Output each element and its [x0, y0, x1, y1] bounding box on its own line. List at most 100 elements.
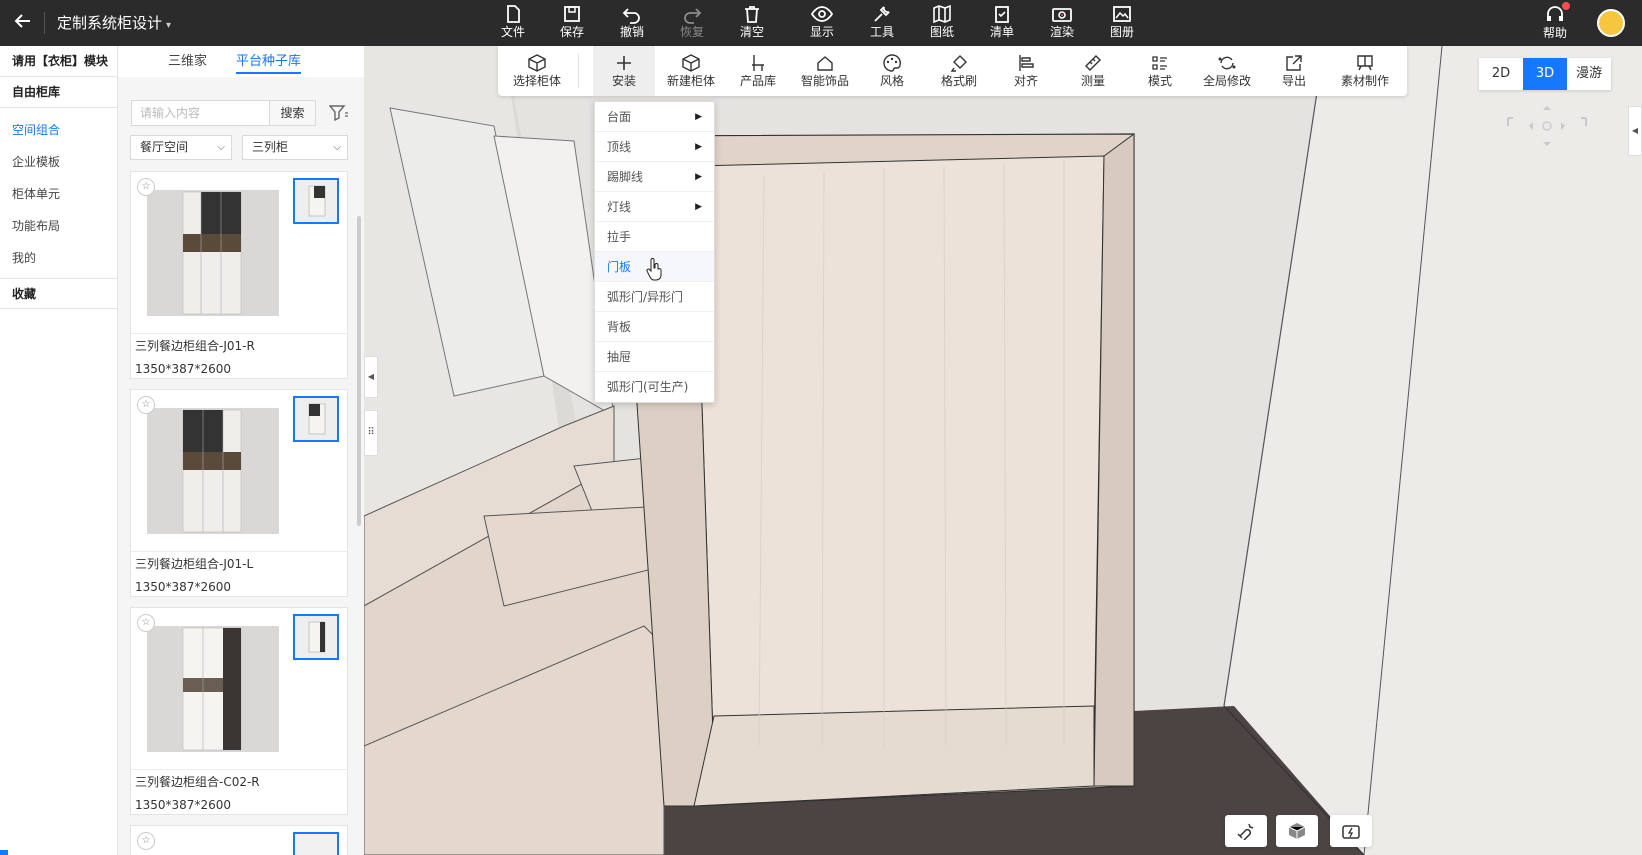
menu-item-back-panel[interactable]: 背板 [595, 312, 714, 342]
menu-item-light-line[interactable]: 灯线 ▶ [595, 192, 714, 222]
favorite-star-icon[interactable]: ☆ [137, 178, 155, 196]
cube-icon [1288, 823, 1306, 839]
plus-icon [617, 56, 631, 70]
clear-button[interactable]: 清空 [728, 2, 776, 44]
arrow-left-icon[interactable] [10, 11, 36, 35]
3d-viewport[interactable] [364, 46, 1642, 855]
menu-item-crown-molding[interactable]: 顶线 ▶ [595, 132, 714, 162]
type-select[interactable]: 三列柜 ⌵ [242, 135, 348, 160]
menu-item-label: 拉手 [607, 230, 632, 244]
variant-thumbnail[interactable] [293, 396, 339, 442]
ruler-icon [1085, 55, 1101, 71]
product-card[interactable]: ☆ 三列餐边柜组合-C02-R 1350*387*2600 [130, 607, 348, 815]
magnet-snap-button[interactable] [1225, 815, 1267, 847]
album-button[interactable]: 图册 [1098, 2, 1146, 44]
align-icon [1019, 55, 1034, 71]
product-name: 三列餐边柜组合-J01-L [135, 557, 254, 571]
redo-button[interactable]: 恢复 [668, 2, 716, 44]
render-label: 渲染 [1049, 25, 1074, 39]
export-button[interactable]: 导出 [1263, 46, 1325, 96]
format-brush-button[interactable]: 格式刷 [928, 46, 990, 96]
menu-item-countertop[interactable]: 台面 ▶ [595, 102, 714, 132]
chevron-down-icon: ⌵ [217, 142, 225, 153]
product-card[interactable]: ☆ [130, 825, 348, 855]
global-edit-button[interactable]: 全局修改 [1196, 46, 1258, 96]
chevron-down-icon: ⌵ [333, 142, 341, 153]
avatar[interactable] [1597, 9, 1625, 37]
room-select[interactable]: 餐厅空间 ⌵ [130, 135, 232, 160]
nav-item-space-combo[interactable]: 空间组合 [0, 114, 117, 146]
section-free-cabinet[interactable]: 自由柜库 [0, 77, 117, 108]
room-select-value: 餐厅空间 [140, 140, 189, 154]
view-walk-button[interactable]: 漫游 [1567, 58, 1611, 90]
cube-view-button[interactable] [1276, 815, 1318, 847]
mode-button[interactable]: 模式 [1129, 46, 1191, 96]
menu-item-handle[interactable]: 拉手 [595, 222, 714, 252]
scrollbar[interactable] [357, 216, 361, 526]
navigation-pad-icon[interactable] [1506, 104, 1588, 148]
style-button[interactable]: 风格 [861, 46, 923, 96]
export-label: 导出 [1281, 74, 1306, 88]
product-library-button[interactable]: 产品库 [727, 46, 789, 96]
collapse-panel-button[interactable]: ◀ [364, 356, 378, 398]
display-button[interactable]: 显示 [798, 2, 846, 44]
save-button[interactable]: 保存 [548, 2, 596, 44]
drawings-button[interactable]: 图纸 [918, 2, 966, 44]
variant-thumbnail[interactable] [293, 614, 339, 660]
material-make-button[interactable]: 素材制作 [1330, 46, 1400, 96]
image-icon [1113, 6, 1131, 22]
undo-button[interactable]: 撤销 [608, 2, 656, 44]
align-button[interactable]: 对齐 [995, 46, 1057, 96]
tools-button[interactable]: 工具 [858, 2, 906, 44]
product-thumbnail: ☆ [131, 608, 347, 770]
smart-decor-button[interactable]: 智能饰品 [794, 46, 856, 96]
file-button[interactable]: 文件 [489, 2, 537, 44]
menu-item-skirting[interactable]: 踢脚线 ▶ [595, 162, 714, 192]
album-label: 图册 [1109, 25, 1134, 39]
style-label: 风格 [879, 74, 904, 88]
type-select-value: 三列柜 [252, 140, 289, 154]
new-cabinet-button[interactable]: 新建柜体 [660, 46, 722, 96]
menu-item-arc-door[interactable]: 弧形门/异形门 [595, 282, 714, 312]
favorite-star-icon[interactable]: ☆ [137, 832, 155, 850]
nav-item-enterprise-template[interactable]: 企业模板 [0, 146, 117, 178]
render-button[interactable]: 渲染 [1038, 2, 1086, 44]
nav-item-function-layout[interactable]: 功能布局 [0, 210, 117, 242]
caret-right-icon: ▶ [695, 172, 702, 182]
search-input[interactable] [132, 101, 270, 125]
library-panel: 三维家 平台种子库 搜索 餐厅空间 ⌵ 三列柜 ⌵ ☆ [118, 46, 364, 855]
measure-button[interactable]: 测量 [1062, 46, 1124, 96]
product-card[interactable]: ☆ 三列餐边柜组合-J01-R 1350*387*2600 [130, 171, 348, 379]
install-button[interactable]: 安装 [593, 46, 655, 96]
favorite-star-icon[interactable]: ☆ [137, 614, 155, 632]
screenshot-button[interactable] [1330, 815, 1372, 847]
help-button[interactable]: 帮助 [1530, 2, 1580, 44]
variant-thumbnail[interactable] [293, 178, 339, 224]
menu-item-drawer[interactable]: 抽屉 [595, 342, 714, 372]
nav-item-cabinet-unit[interactable]: 柜体单元 [0, 178, 117, 210]
file-label: 文件 [500, 25, 525, 39]
menu-item-label: 灯线 [607, 200, 632, 214]
product-card[interactable]: ☆ 三列餐边柜组合-J01-L 1350*387*2600 [130, 389, 348, 597]
variant-thumbnail[interactable] [293, 832, 339, 855]
view-2d-button[interactable]: 2D [1479, 58, 1523, 90]
nav-favorites[interactable]: 收藏 [0, 278, 117, 309]
drag-handle[interactable]: ⠿ [364, 410, 378, 456]
select-cabinet-button[interactable]: 选择柜体 [506, 46, 568, 96]
cube-select-icon [528, 54, 546, 72]
filter-icon[interactable] [329, 104, 349, 122]
tab-3vjia[interactable]: 三维家 [168, 52, 207, 74]
favorite-star-icon[interactable]: ☆ [137, 396, 155, 414]
scene-render [364, 46, 1642, 855]
nav-item-mine[interactable]: 我的 [0, 242, 117, 274]
list-label: 清单 [989, 25, 1014, 39]
export-icon [1286, 55, 1302, 71]
expand-right-panel-button[interactable]: ◀ [1628, 106, 1642, 156]
menu-item-arc-door-producible[interactable]: 弧形门(可生产) [595, 372, 714, 402]
app-title[interactable]: 定制系统柜设计 ▾ [57, 12, 171, 37]
list-button[interactable]: 清单 [978, 2, 1026, 44]
tab-seed-library[interactable]: 平台种子库 [236, 52, 302, 74]
menu-item-label: 抽屉 [607, 350, 632, 364]
search-button[interactable]: 搜索 [269, 101, 315, 125]
view-3d-button[interactable]: 3D [1523, 58, 1567, 90]
